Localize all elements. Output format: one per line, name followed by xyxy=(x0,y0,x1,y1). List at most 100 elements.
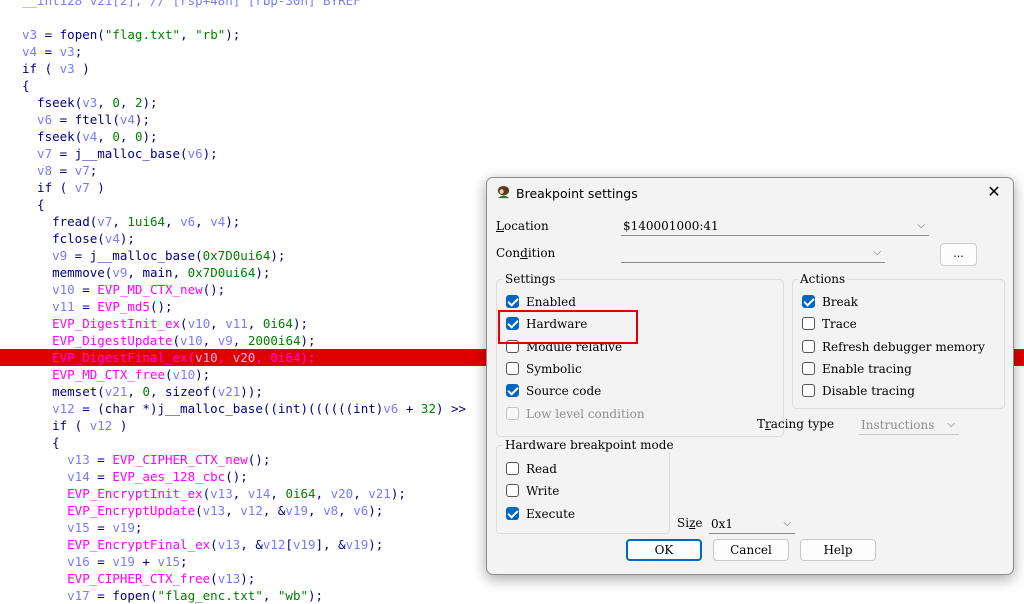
tracing-type-combobox[interactable]: Instructions ⌵ xyxy=(859,417,959,435)
code-token: EVP_MD_CTX_new xyxy=(97,282,203,297)
code-token: 1ui64 xyxy=(127,214,166,229)
code-token: = xyxy=(52,163,75,178)
condition-combobox[interactable]: ⌵ xyxy=(621,245,885,263)
code-token: EVP_EncryptUpdate xyxy=(22,503,196,518)
code-token: [ xyxy=(285,537,293,552)
code-token: , xyxy=(119,129,135,144)
code-token: v3 xyxy=(59,44,75,59)
code-token: = xyxy=(89,554,113,569)
code-token: 0i64 xyxy=(270,350,301,365)
code-token: , xyxy=(180,27,196,42)
code-line[interactable]: v3 = fopen("flag.txt", "rb"); xyxy=(0,26,1024,43)
checkbox-label: Source code xyxy=(526,384,602,399)
code-token: (); xyxy=(247,452,271,467)
code-token: "rb" xyxy=(195,27,226,42)
code-line[interactable]: fseek(v3, 0, 2); xyxy=(0,94,1024,111)
code-line[interactable]: { xyxy=(0,77,1024,94)
size-combobox[interactable]: 0x1 ⌵ xyxy=(709,516,795,534)
code-token: ) >> xyxy=(435,401,467,416)
code-token: v13 xyxy=(210,486,233,501)
checkbox-unchecked-icon[interactable] xyxy=(802,361,815,375)
hw-mode-group-title: Hardware breakpoint mode xyxy=(503,438,676,452)
code-token: v6 xyxy=(353,503,369,518)
code-token: v3 xyxy=(59,61,75,76)
code-line[interactable]: if ( v3 ) xyxy=(0,60,1024,77)
code-token: , xyxy=(353,486,369,501)
code-token: v19 xyxy=(292,537,316,552)
code-token: if xyxy=(22,180,53,195)
mnemonic-char: d xyxy=(520,246,528,260)
code-line[interactable]: v6 = ftell(v4); xyxy=(0,111,1024,128)
code-token: , & xyxy=(262,503,286,518)
code-token: EVP_MD_CTX_free xyxy=(22,367,165,382)
code-token: v15 xyxy=(22,520,90,535)
code-token: v13 xyxy=(217,537,241,552)
code-token: 32 xyxy=(420,401,436,416)
code-line[interactable]: v7 = j__malloc_base(v6); xyxy=(0,145,1024,162)
code-token: , xyxy=(165,214,181,229)
checkbox-unchecked-icon[interactable] xyxy=(506,484,519,498)
checkbox-unchecked-icon[interactable] xyxy=(506,462,519,475)
code-token: 0 xyxy=(112,95,120,110)
code-token: v13 xyxy=(22,452,90,467)
dialog-title: Breakpoint settings xyxy=(516,186,638,201)
checkbox-unchecked-icon[interactable] xyxy=(506,361,519,375)
tracing-type-label: Tracing type xyxy=(757,417,834,431)
close-icon[interactable]: ✕ xyxy=(983,181,1005,203)
condition-browse-button[interactable]: ... xyxy=(940,243,977,266)
code-token: , xyxy=(119,95,135,110)
code-token: ); xyxy=(240,571,256,586)
checkbox-checked-icon[interactable] xyxy=(506,506,519,520)
code-line[interactable]: fseek(v4, 0, 0); xyxy=(0,128,1024,145)
code-token: v20 xyxy=(232,350,256,365)
cancel-button[interactable]: Cancel xyxy=(713,539,789,561)
ida-app-icon xyxy=(497,185,510,199)
label-text: ocation xyxy=(503,219,549,233)
code-line[interactable]: __int128 v21[2]; // [rsp+48h] [rbp-30h] … xyxy=(0,0,1024,9)
checkbox-unchecked-icon[interactable] xyxy=(802,317,815,331)
code-token: = ( xyxy=(74,401,105,416)
code-line[interactable] xyxy=(0,9,1024,26)
size-label: Size xyxy=(677,516,703,530)
code-token: = xyxy=(67,248,90,263)
code-token: __int128 v21[2]; // [rsp+48h] [rbp-30h] … xyxy=(22,0,361,8)
checkbox-checked-icon[interactable] xyxy=(506,295,519,308)
checkbox-label: Symbolic xyxy=(526,361,582,376)
code-token: fseek xyxy=(22,129,75,144)
checkbox-label: Trace xyxy=(822,317,857,332)
code-token: , xyxy=(247,316,263,331)
checkbox-unchecked-icon[interactable] xyxy=(802,339,815,353)
location-combobox[interactable]: $140001000:41 ⌵ xyxy=(621,218,929,236)
code-token: int xyxy=(277,401,301,416)
code-token: v16 xyxy=(22,554,90,569)
code-token: , xyxy=(202,333,218,348)
code-token: main xyxy=(142,265,173,280)
hw-mode-group xyxy=(496,445,670,534)
code-token: ( xyxy=(165,367,173,382)
code-token: v7 xyxy=(74,163,90,178)
code-token: ( xyxy=(210,384,218,399)
code-line[interactable]: v17 = fopen("flag_enc.txt", "wb"); xyxy=(0,587,1024,604)
code-token: + xyxy=(398,401,421,416)
checkbox-checked-icon[interactable] xyxy=(802,295,815,308)
code-token: j__malloc_base xyxy=(74,146,181,161)
code-token: v6 xyxy=(383,401,399,416)
checkbox-unchecked-icon[interactable] xyxy=(802,384,815,398)
code-token: v6 xyxy=(22,112,53,127)
checkbox-label: Disable tracing xyxy=(822,384,915,399)
chevron-down-icon[interactable]: ⌵ xyxy=(917,217,925,234)
condition-label: Condition xyxy=(496,246,555,260)
chevron-down-icon[interactable]: ⌵ xyxy=(947,416,955,433)
code-token: , & xyxy=(240,537,263,552)
help-button[interactable]: Help xyxy=(800,539,876,561)
checkbox-label: Write xyxy=(526,484,560,499)
checkbox-checked-icon[interactable] xyxy=(506,384,519,398)
chevron-down-icon[interactable]: ⌵ xyxy=(873,244,881,261)
chevron-down-icon[interactable]: ⌵ xyxy=(783,515,791,532)
code-token: = xyxy=(37,44,60,59)
code-token: v21 xyxy=(104,384,128,399)
code-token: v12 xyxy=(262,537,286,552)
code-token: int xyxy=(353,401,376,416)
code-line[interactable]: v4 = v3; xyxy=(0,43,1024,60)
ok-button[interactable]: OK xyxy=(626,539,702,561)
